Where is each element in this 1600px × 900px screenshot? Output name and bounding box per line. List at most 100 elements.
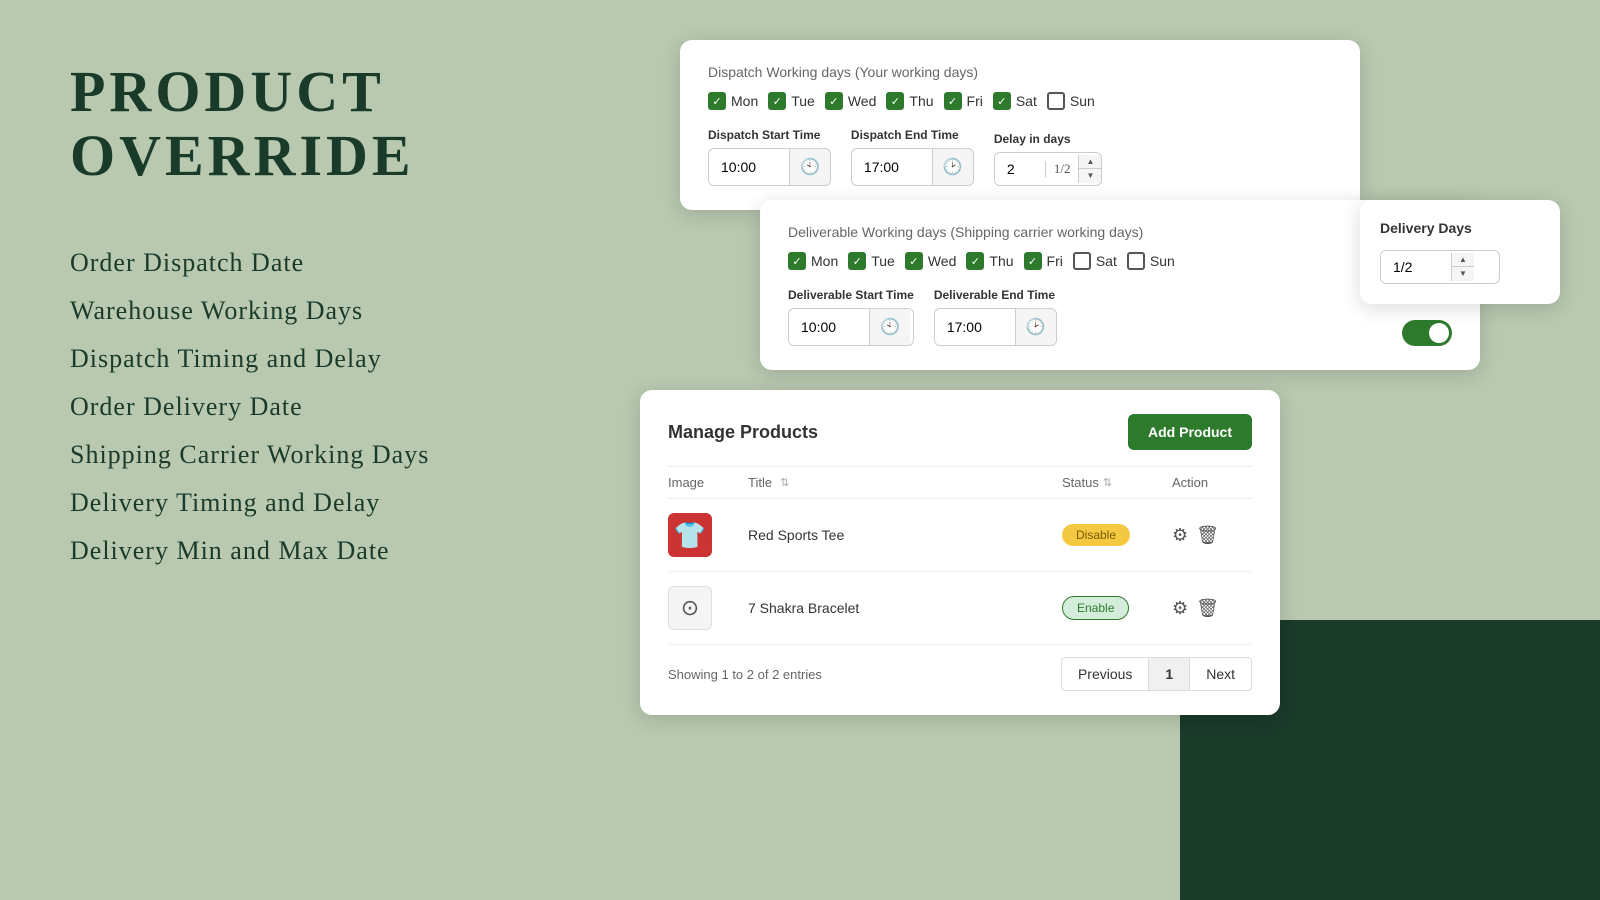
dispatch-day-checkbox[interactable]: ✓Tue <box>768 92 815 110</box>
delivery-section-title: Deliverable Working days (Shipping carri… <box>788 224 1452 240</box>
dispatch-end-input-wrapper: 🕑 <box>851 148 974 186</box>
dispatch-days-row: ✓Mon✓Tue✓Wed✓Thu✓Fri✓SatSun <box>708 92 1332 110</box>
delivery-days-partial-card: Delivery Days ▲ ▼ <box>1360 200 1560 304</box>
checkbox-box[interactable]: ✓ <box>886 92 904 110</box>
delivery-start-input[interactable] <box>789 311 869 343</box>
showing-entries-text: Showing 1 to 2 of 2 entries <box>668 667 822 682</box>
bracelet-icon: ⊙ <box>681 595 699 621</box>
day-label: Thu <box>989 253 1013 269</box>
col-header-status: Status ⇅ <box>1062 475 1162 490</box>
dispatch-day-checkbox[interactable]: ✓ Wed <box>825 92 877 110</box>
status-sort-icon[interactable]: ⇅ <box>1103 476 1112 489</box>
checkbox-box[interactable]: ✓ <box>768 92 786 110</box>
dispatch-delay-input[interactable] <box>995 153 1045 185</box>
delete-icon[interactable]: 🗑 <box>1196 598 1219 619</box>
delivery-end-clock-icon: 🕑 <box>1015 309 1056 345</box>
delivery-toggle[interactable] <box>1402 320 1452 346</box>
dispatch-delay-down-btn[interactable]: ▼ <box>1079 169 1101 183</box>
previous-page-button[interactable]: Previous <box>1061 657 1149 691</box>
dispatch-end-input[interactable] <box>852 151 932 183</box>
product-title-col: Red Sports Tee <box>748 527 1052 543</box>
delivery-day-checkbox[interactable]: ✓Wed <box>905 252 957 270</box>
delivery-days-partial-title: Delivery Days <box>1380 220 1540 236</box>
dispatch-day-checkbox[interactable]: Sun <box>1047 92 1095 110</box>
tshirt-icon: 👕 <box>674 520 706 551</box>
product-image-col: 👕 <box>668 513 738 557</box>
feature-item: Shipping Carrier Working Days <box>70 440 580 470</box>
dispatch-start-input-wrapper: 🕙 <box>708 148 831 186</box>
add-product-button[interactable]: Add Product <box>1128 414 1252 450</box>
checkbox-box[interactable]: ✓ <box>966 252 984 270</box>
next-page-button[interactable]: Next <box>1189 657 1252 691</box>
col-header-image: Image <box>668 475 738 490</box>
checkbox-box[interactable]: ✓ <box>788 252 806 270</box>
dispatch-start-clock-icon: 🕙 <box>789 149 830 185</box>
dispatch-start-field: Dispatch Start Time 🕙 <box>708 128 831 186</box>
product-action-col: ⚙ 🗑 <box>1172 598 1252 619</box>
delivery-day-checkbox[interactable]: ✓ Thu <box>966 252 1013 270</box>
product-status-col: Enable <box>1062 596 1162 620</box>
day-label: Thu <box>909 93 933 109</box>
day-label: Sat <box>1096 253 1117 269</box>
day-label: Wed <box>848 93 877 109</box>
delivery-days-partial-wrapper: ▲ ▼ <box>1380 250 1500 284</box>
checkbox-box[interactable] <box>1073 252 1091 270</box>
day-label: Tue <box>871 253 895 269</box>
delivery-end-input[interactable] <box>935 311 1015 343</box>
action-icons: ⚙ 🗑 <box>1172 525 1252 546</box>
product-action-col: ⚙ 🗑 <box>1172 525 1252 546</box>
delivery-day-checkbox[interactable]: ✓Mon <box>788 252 838 270</box>
settings-icon[interactable]: ⚙ <box>1172 598 1188 619</box>
products-header: Manage Products Add Product <box>668 414 1252 450</box>
delivery-days-fraction-input[interactable] <box>1381 251 1451 283</box>
feature-item: Delivery Min and Max Date <box>70 536 580 566</box>
delivery-days-down-btn[interactable]: ▼ <box>1452 267 1474 281</box>
checkbox-box[interactable]: ✓ <box>993 92 1011 110</box>
day-label: Sun <box>1150 253 1175 269</box>
delivery-day-checkbox[interactable]: Sun <box>1127 252 1175 270</box>
dispatch-day-checkbox[interactable]: ✓Mon <box>708 92 758 110</box>
feature-item: Delivery Timing and Delay <box>70 488 580 518</box>
delete-icon[interactable]: 🗑 <box>1196 525 1219 546</box>
dispatch-day-checkbox[interactable]: ✓ Fri <box>944 92 983 110</box>
dispatch-start-input[interactable] <box>709 151 789 183</box>
dispatch-day-checkbox[interactable]: ✓Sat <box>993 92 1037 110</box>
delivery-days-spinner: ▲ ▼ <box>1451 253 1474 281</box>
feature-list: Order Dispatch DateWarehouse Working Day… <box>70 248 580 566</box>
checkbox-box[interactable]: ✓ <box>825 92 843 110</box>
checkbox-box[interactable]: ✓ <box>708 92 726 110</box>
day-label: Sun <box>1070 93 1095 109</box>
products-card: Manage Products Add Product Image Title … <box>640 390 1280 715</box>
dispatch-start-label: Dispatch Start Time <box>708 128 831 142</box>
feature-item: Warehouse Working Days <box>70 296 580 326</box>
feature-item: Dispatch Timing and Delay <box>70 344 580 374</box>
delivery-start-input-wrapper: 🕙 <box>788 308 914 346</box>
delivery-day-checkbox[interactable]: ✓ Tue <box>848 252 895 270</box>
delivery-days-row: ✓Mon✓Tue✓Wed✓Thu✓FriSatSun <box>788 252 1452 270</box>
delivery-days-up-btn[interactable]: ▲ <box>1452 253 1474 267</box>
checkbox-box[interactable]: ✓ <box>905 252 923 270</box>
table-row: ⊙ 7 Shakra Bracelet Enable ⚙ 🗑 <box>668 572 1252 645</box>
feature-item: Order Delivery Date <box>70 392 580 422</box>
checkbox-box[interactable] <box>1127 252 1145 270</box>
day-label: Fri <box>967 93 983 109</box>
dispatch-delay-label: Delay in days <box>994 132 1103 146</box>
delivery-day-checkbox[interactable]: ✓Fri <box>1024 252 1063 270</box>
title-sort-icon[interactable]: ⇅ <box>780 476 789 489</box>
delivery-end-field: Deliverable End Time 🕑 <box>934 288 1057 346</box>
checkbox-box[interactable]: ✓ <box>944 92 962 110</box>
page-number-button[interactable]: 1 <box>1149 657 1189 691</box>
product-title-text: Red Sports Tee <box>748 527 844 543</box>
dispatch-day-checkbox[interactable]: ✓ Thu <box>886 92 933 110</box>
checkbox-box[interactable] <box>1047 92 1065 110</box>
settings-icon[interactable]: ⚙ <box>1172 525 1188 546</box>
product-thumbnail-bracelet: ⊙ <box>668 586 712 630</box>
delivery-day-checkbox[interactable]: Sat <box>1073 252 1117 270</box>
col-header-title: Title ⇅ <box>748 475 1052 490</box>
checkbox-box[interactable]: ✓ <box>848 252 866 270</box>
dispatch-delay-wrapper: 1/2 ▲ ▼ <box>994 152 1103 186</box>
dispatch-end-label: Dispatch End Time <box>851 128 974 142</box>
table-footer: Showing 1 to 2 of 2 entries Previous 1 N… <box>668 645 1252 691</box>
dispatch-delay-up-btn[interactable]: ▲ <box>1079 155 1101 169</box>
checkbox-box[interactable]: ✓ <box>1024 252 1042 270</box>
